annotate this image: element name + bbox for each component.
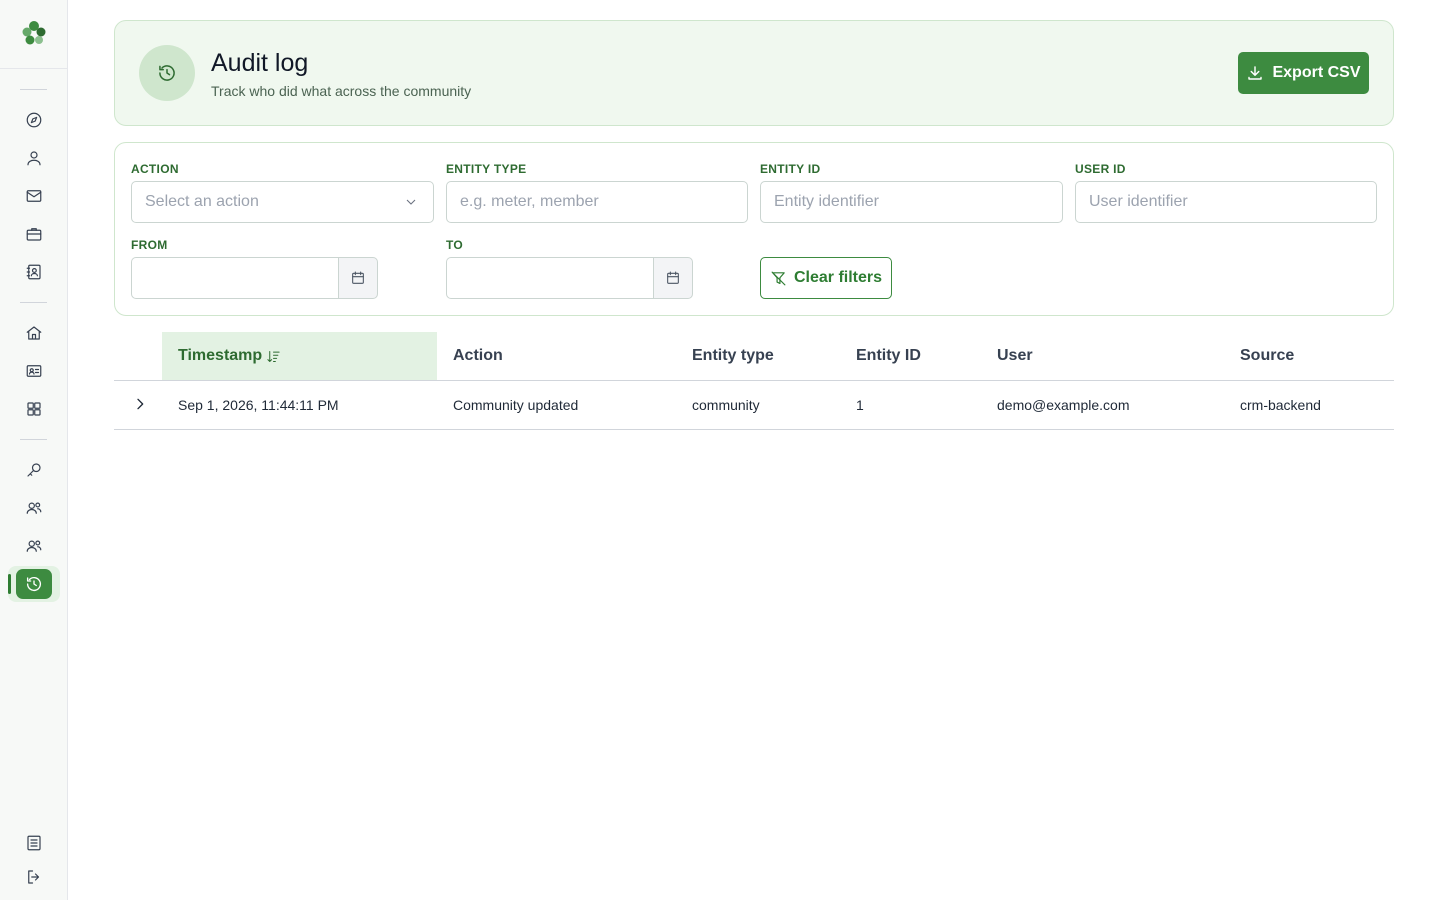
sidebar-divider <box>20 439 47 440</box>
action-select[interactable]: Select an action <box>131 181 434 223</box>
column-header-user[interactable]: User <box>997 347 1033 365</box>
history-icon <box>139 45 195 101</box>
sort-descending-icon <box>267 350 280 362</box>
from-date-picker <box>131 257 378 299</box>
sidebar-item-audit-log[interactable] <box>16 569 52 599</box>
column-header-entity-type[interactable]: Entity type <box>692 347 774 365</box>
clover-logo-icon[interactable] <box>19 18 49 48</box>
filter-off-icon <box>771 271 786 285</box>
to-label: TO <box>446 238 464 252</box>
sidebar-item-groups[interactable] <box>20 532 48 560</box>
export-csv-label: Export CSV <box>1272 64 1361 81</box>
document-icon <box>27 835 41 851</box>
page-title: Audit log <box>211 49 309 77</box>
users-icon <box>26 502 42 514</box>
sidebar-item-messages[interactable] <box>20 182 48 210</box>
cell-source: crm-backend <box>1240 397 1321 413</box>
cell-action: Community updated <box>453 397 579 413</box>
id-card-icon <box>26 365 42 377</box>
action-label: ACTION <box>131 162 179 176</box>
entity-id-input[interactable]: Entity identifier <box>760 181 1063 223</box>
sidebar-item-business[interactable] <box>20 220 48 248</box>
cell-user: demo@example.com <box>997 397 1130 413</box>
cell-entity-id: 1 <box>856 397 864 413</box>
clear-filters-button[interactable]: Clear filters <box>760 257 892 299</box>
page-subtitle: Track who did what across the community <box>211 83 472 99</box>
user-id-label: USER ID <box>1075 162 1126 176</box>
page-header: Audit log Track who did what across the … <box>114 20 1394 126</box>
sidebar-top-divider <box>0 68 68 69</box>
from-calendar-button[interactable] <box>338 257 378 299</box>
sidebar-divider <box>20 302 47 303</box>
sidebar-item-home[interactable] <box>20 319 48 347</box>
user-id-input[interactable]: User identifier <box>1075 181 1377 223</box>
compass-icon <box>26 112 42 128</box>
sidebar-item-logout[interactable] <box>20 863 48 891</box>
user-icon <box>27 151 41 166</box>
sidebar-item-explore[interactable] <box>20 106 48 134</box>
column-header-action[interactable]: Action <box>453 347 503 365</box>
table-header: Timestamp Action Entity type Entity ID U… <box>114 332 1394 381</box>
clear-filters-label: Clear filters <box>793 269 883 286</box>
entity-type-input[interactable]: e.g. meter, member <box>446 181 748 223</box>
column-header-label: Timestamp <box>178 347 263 364</box>
contacts-icon <box>26 264 41 280</box>
export-csv-button[interactable]: Export CSV <box>1238 52 1369 94</box>
history-icon <box>26 577 42 592</box>
sidebar <box>0 0 68 900</box>
sidebar-item-members[interactable] <box>20 357 48 385</box>
to-date-input[interactable] <box>446 257 653 299</box>
logout-icon <box>28 870 40 884</box>
sidebar-item-apps[interactable] <box>20 395 48 423</box>
key-icon <box>27 463 41 477</box>
cell-entity-type: community <box>692 397 760 413</box>
sidebar-item-contacts[interactable] <box>20 258 48 286</box>
sidebar-divider <box>20 89 47 90</box>
group-icon <box>26 540 42 552</box>
filters-panel: ACTION Select an action ENTITY TYPE e.g.… <box>114 142 1394 316</box>
app-root: Audit log Track who did what across the … <box>0 0 1440 900</box>
sidebar-item-docs[interactable] <box>20 829 48 857</box>
from-label: FROM <box>131 238 168 252</box>
entity-type-placeholder: e.g. meter, member <box>460 193 599 210</box>
row-expand-button[interactable] <box>130 394 150 414</box>
mail-icon <box>26 190 42 202</box>
briefcase-icon <box>26 228 42 241</box>
sidebar-item-access[interactable] <box>20 456 48 484</box>
to-date-picker <box>446 257 693 299</box>
chevron-down-icon <box>406 199 416 205</box>
download-icon <box>1248 66 1263 80</box>
calendar-icon <box>667 271 679 284</box>
column-header-source[interactable]: Source <box>1240 347 1294 365</box>
user-id-placeholder: User identifier <box>1089 193 1188 210</box>
column-header-entity-id[interactable]: Entity ID <box>856 347 921 365</box>
sidebar-item-profile[interactable] <box>20 144 48 172</box>
action-placeholder: Select an action <box>145 193 259 210</box>
column-header-timestamp[interactable]: Timestamp <box>178 347 281 365</box>
cell-timestamp: Sep 1, 2026, 11:44:11 PM <box>178 397 339 413</box>
table-row[interactable]: Sep 1, 2026, 11:44:11 PM Community updat… <box>114 381 1394 430</box>
chevron-right-icon <box>137 398 144 410</box>
entity-type-label: ENTITY TYPE <box>446 162 527 176</box>
from-date-input[interactable] <box>131 257 338 299</box>
sidebar-item-users[interactable] <box>20 494 48 522</box>
entity-id-placeholder: Entity identifier <box>774 193 879 210</box>
home-icon <box>26 326 42 340</box>
calendar-icon <box>352 271 364 284</box>
sidebar-active-indicator <box>8 574 11 594</box>
to-calendar-button[interactable] <box>653 257 693 299</box>
grid-icon <box>27 402 41 416</box>
entity-id-label: ENTITY ID <box>760 162 821 176</box>
